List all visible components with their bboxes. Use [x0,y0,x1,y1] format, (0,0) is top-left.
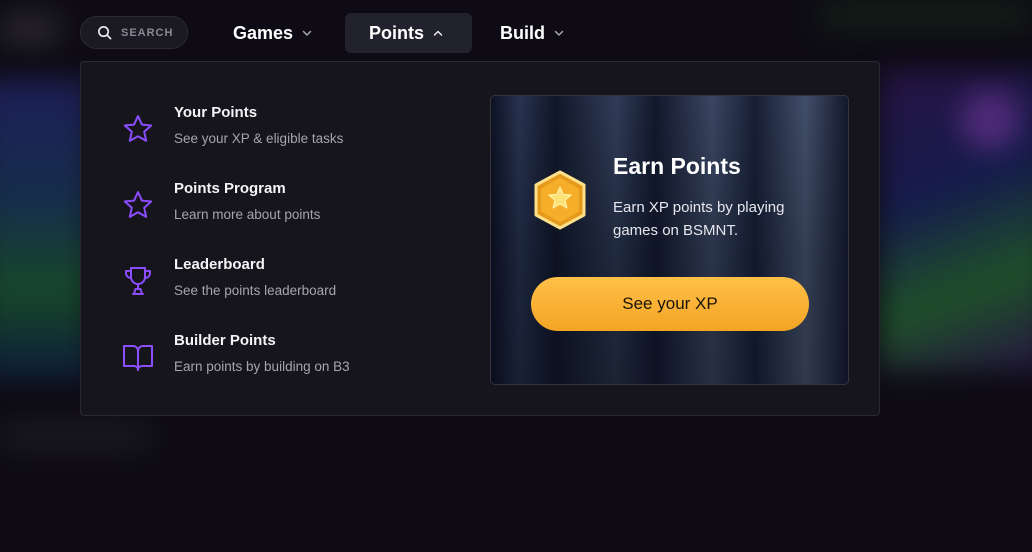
nav-games-label: Games [233,22,294,43]
menu-item-your-points[interactable]: Your Points See your XP & eligible tasks [121,104,421,162]
nav-points-label: Points [369,22,425,43]
nav-build-label: Build [500,22,545,43]
menu-item-builder-points[interactable]: Builder Points Earn points by building o… [121,332,421,390]
star-icon [121,112,155,146]
search-label: SEARCH [121,26,174,39]
nav-games[interactable]: Games [209,13,337,53]
trophy-icon [121,264,155,298]
earn-points-card: Earn Points Earn XP points by playing ga… [490,95,849,385]
menu-item-leaderboard[interactable]: Leaderboard See the points leaderboard [121,256,421,314]
card-description: Earn XP points by playing games on BSMNT… [613,199,785,239]
menu-item-title: Your Points [174,104,258,121]
background-game-art-left [0,80,90,380]
book-icon [121,340,155,374]
chevron-down-icon [302,30,312,36]
search-button[interactable]: SEARCH [80,16,188,49]
background-text-blur [0,425,150,447]
menu-item-description: See the points leaderboard [174,283,337,298]
background-top-blur [820,0,1030,30]
menu-item-title: Leaderboard [174,256,265,273]
card-title: Earn Points [613,153,741,179]
menu-item-description: See your XP & eligible tasks [174,131,344,146]
menu-item-description: Earn points by building on B3 [174,359,350,374]
see-your-xp-button[interactable]: See your XP [531,277,809,331]
chevron-down-icon [554,30,564,36]
search-icon [98,26,112,40]
menu-item-title: Points Program [174,180,286,197]
chevron-up-icon [433,30,443,36]
menu-item-description: Learn more about points [174,207,321,222]
points-dropdown-panel: Your Points See your XP & eligible tasks… [80,61,880,416]
nav-build[interactable]: Build [476,13,589,53]
background-accent-blur [960,90,1020,150]
star-badge-icon [534,170,586,230]
background-logo-blur [0,14,60,44]
menu-item-points-program[interactable]: Points Program Learn more about points [121,180,421,238]
star-icon [121,188,155,222]
nav-points[interactable]: Points [345,13,472,53]
menu-item-title: Builder Points [174,332,276,349]
